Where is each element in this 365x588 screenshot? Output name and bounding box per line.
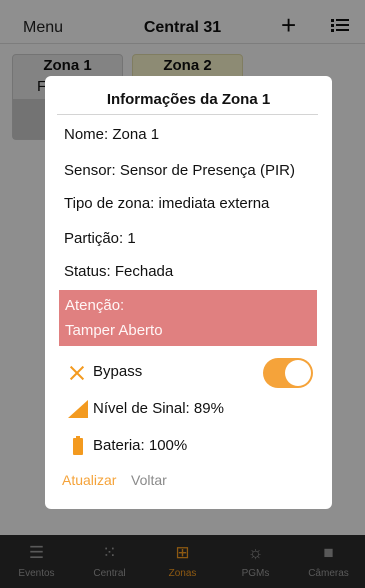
zone-name: Nome: Zona 1: [64, 126, 160, 143]
dialog-title: Informações da Zona 1: [106, 91, 271, 108]
bypass-row: Bypass: [64, 361, 244, 385]
bypass-label: Bypass: [93, 363, 143, 380]
tamper-alert: Atenção: Tamper Aberto: [59, 290, 317, 346]
battery-row: Bateria: 100%: [64, 435, 284, 459]
zone-partition: Partição: 1: [64, 230, 136, 247]
signal-row: Nível de Sinal: 89%: [64, 398, 284, 422]
zone-sensor: Sensor: Sensor de Presença (PIR): [64, 162, 295, 179]
signal-strength-icon: [66, 398, 88, 420]
zone-info-dialog: Informações da Zona 1 Nome: Zona 1 Senso…: [45, 76, 332, 509]
zone-type: Tipo de zona: imediata externa: [64, 195, 270, 212]
back-button[interactable]: Voltar: [131, 472, 167, 488]
close-icon: [66, 361, 86, 383]
bypass-toggle[interactable]: [263, 358, 313, 388]
alert-title: Atenção:: [65, 297, 125, 314]
zone-status: Status: Fechada: [64, 263, 174, 280]
battery-icon: [66, 435, 86, 457]
alert-message: Tamper Aberto: [65, 322, 163, 339]
update-button[interactable]: Atualizar: [62, 472, 116, 488]
battery-level: Bateria: 100%: [93, 437, 188, 454]
divider: [57, 114, 318, 115]
toggle-knob: [285, 360, 311, 386]
signal-level: Nível de Sinal: 89%: [93, 400, 224, 417]
